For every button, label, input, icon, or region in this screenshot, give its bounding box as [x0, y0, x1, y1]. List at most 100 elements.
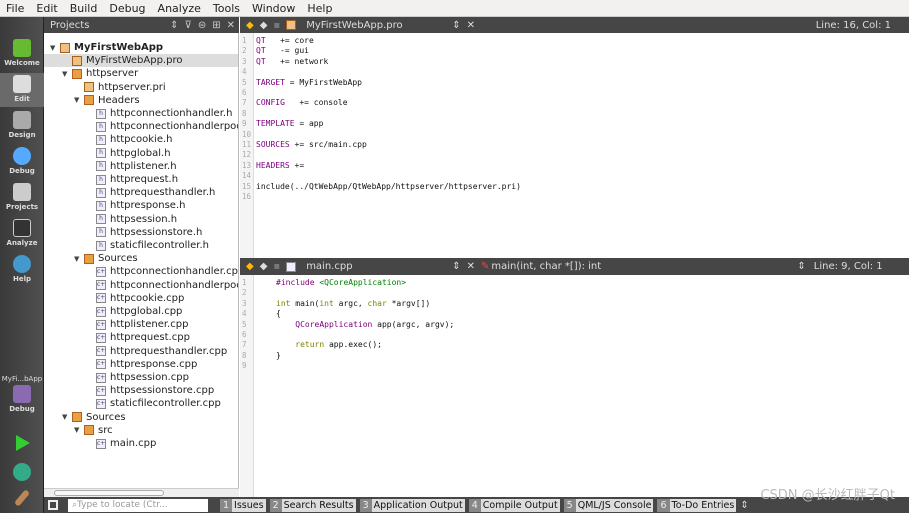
- symbol-selector[interactable]: main(int, char *[]): int: [491, 261, 791, 272]
- tree-item[interactable]: c+ main.cpp: [44, 437, 156, 450]
- mode-projects[interactable]: Projects: [0, 181, 44, 215]
- view-select-icon[interactable]: ⇕: [170, 20, 178, 31]
- tree-item[interactable]: h httpresponse.h: [44, 199, 185, 212]
- tree-item[interactable]: c+ httpsession.cpp: [44, 371, 189, 384]
- line-number: 8: [242, 350, 247, 360]
- sync-icon[interactable]: ⊜: [198, 20, 206, 31]
- editor1-toolbar: ◆ ◆ ▪ MyFirstWebApp.pro ⇕ ✕ Line: 16, Col: …: [240, 17, 909, 33]
- menu-build[interactable]: Build: [64, 2, 104, 15]
- build-button[interactable]: [0, 489, 44, 509]
- tree-item[interactable]: ▼ Headers: [44, 94, 140, 107]
- menu-tools[interactable]: Tools: [207, 2, 246, 15]
- tree-item[interactable]: c+ httprequesthandler.cpp: [44, 345, 227, 358]
- menu-analyze[interactable]: Analyze: [152, 2, 207, 15]
- expand-arrow-icon[interactable]: ▼: [62, 413, 72, 421]
- tree-item[interactable]: httpserver.pri: [44, 81, 166, 94]
- editor1-code[interactable]: 1 QT += core 2 QT -= gui 3 QT += network 4 5 TAR…: [240, 33, 909, 258]
- expand-arrow-icon[interactable]: ▼: [74, 255, 84, 263]
- menu-file[interactable]: File: [0, 2, 30, 15]
- mode-welcome[interactable]: Welcome: [0, 37, 44, 71]
- split-icon[interactable]: ⊞: [212, 20, 220, 31]
- close-editor-icon[interactable]: ✕: [467, 261, 475, 272]
- mode-design[interactable]: Design: [0, 109, 44, 143]
- tree-item[interactable]: h httpconnectionhandler.h: [44, 107, 232, 120]
- menu-window[interactable]: Window: [246, 2, 301, 15]
- mode-debug[interactable]: Debug: [0, 145, 44, 179]
- kit-project-label: MyFi...bApp: [1, 375, 43, 383]
- symbol-dropdown-icon[interactable]: ⇕: [797, 261, 805, 272]
- forward-icon[interactable]: ◆: [260, 261, 268, 272]
- forward-icon[interactable]: ◆: [260, 20, 268, 31]
- tree-item[interactable]: h httplistener.h: [44, 160, 177, 173]
- code-token: QT: [256, 56, 266, 66]
- mode-edit[interactable]: Edit: [0, 73, 44, 107]
- close-icon[interactable]: ✕: [227, 20, 235, 31]
- file-dropdown-icon[interactable]: ⇕: [452, 261, 460, 272]
- run-button[interactable]: [0, 435, 44, 453]
- project-file-icon: [72, 55, 82, 66]
- expand-arrow-icon[interactable]: ▼: [74, 426, 84, 434]
- output-tab-to-do-entries[interactable]: 6 To-Do Entries: [657, 498, 737, 512]
- horizontal-scrollbar[interactable]: [44, 488, 239, 497]
- back-icon[interactable]: ◆: [246, 261, 254, 272]
- tree-item[interactable]: h httpglobal.h: [44, 147, 171, 160]
- tree-item[interactable]: ▼ Sources: [44, 252, 138, 265]
- expand-arrow-icon[interactable]: ▼: [74, 96, 84, 104]
- mode-analyze[interactable]: Analyze: [0, 217, 44, 251]
- filter-icon[interactable]: ⊽: [185, 20, 192, 31]
- source-file-icon: c+: [96, 438, 106, 449]
- line-number: 5: [242, 77, 247, 87]
- tree-item[interactable]: c+ httplistener.cpp: [44, 318, 188, 331]
- kit-selector[interactable]: MyFi...bApp Debug: [0, 375, 44, 413]
- tree-item[interactable]: c+ httpcookie.cpp: [44, 292, 184, 305]
- tree-item[interactable]: ▼ MyFirstWebApp: [44, 41, 163, 54]
- tree-item[interactable]: ▼ httpserver: [44, 67, 138, 80]
- tree-item[interactable]: h httpsession.h: [44, 213, 177, 226]
- tree-item[interactable]: h httprequest.h: [44, 173, 178, 186]
- menu-help[interactable]: Help: [301, 2, 338, 15]
- pro-file-icon: [286, 20, 297, 30]
- tree-item[interactable]: c+ httpsessionstore.cpp: [44, 384, 214, 397]
- tree-item[interactable]: h httpcookie.h: [44, 133, 173, 146]
- tree-item[interactable]: h httprequesthandler.h: [44, 186, 215, 199]
- output-tab-issues[interactable]: 1 Issues: [220, 498, 266, 512]
- more-panes-icon[interactable]: ⇕: [740, 500, 748, 511]
- projects-title[interactable]: Projects: [50, 20, 89, 31]
- tree-item-label: httpconnectionhandlerpool.cpp: [110, 279, 238, 291]
- editor2-file[interactable]: main.cpp: [306, 261, 446, 272]
- output-tab-search-results[interactable]: 2 Search Results: [269, 498, 356, 512]
- tree-item[interactable]: ▼ src: [44, 424, 113, 437]
- tree-item-label: httpsessionstore.cpp: [110, 385, 215, 397]
- toggle-sidebar-icon[interactable]: [48, 500, 58, 510]
- tree-item[interactable]: ▼ Sources: [44, 411, 126, 424]
- line-number: 1: [242, 278, 247, 287]
- file-dropdown-icon[interactable]: ⇕: [452, 20, 460, 31]
- tree-item[interactable]: c+ httprequest.cpp: [44, 331, 190, 344]
- tree-item[interactable]: c+ staticfilecontroller.cpp: [44, 397, 221, 410]
- close-editor-icon[interactable]: ✕: [467, 20, 475, 31]
- back-icon[interactable]: ◆: [246, 20, 254, 31]
- output-tab-compile-output[interactable]: 4 Compile Output: [468, 498, 560, 512]
- line-number: 6: [242, 88, 247, 97]
- code-token: = MyFirstWebApp: [284, 77, 362, 87]
- editor1-file[interactable]: MyFirstWebApp.pro: [306, 20, 446, 31]
- mode-help[interactable]: Help: [0, 253, 44, 287]
- tree-item[interactable]: h httpconnectionhandlerpool.h: [44, 120, 238, 133]
- locator-input[interactable]: ⌕ Type to locate (Ctr...: [68, 498, 208, 512]
- output-tab-qml-js-console[interactable]: 5 QML/JS Console: [563, 498, 654, 512]
- code-token: main(: [290, 298, 320, 308]
- tree-item[interactable]: c+ httpconnectionhandler.cpp: [44, 265, 238, 278]
- editor2-code[interactable]: 1 #include <QCoreApplication> 2 3 int main(i…: [240, 275, 909, 497]
- expand-arrow-icon[interactable]: ▼: [50, 44, 60, 52]
- menu-edit[interactable]: Edit: [30, 2, 63, 15]
- tree-item[interactable]: h httpsessionstore.h: [44, 226, 202, 239]
- tree-item[interactable]: h staticfilecontroller.h: [44, 239, 209, 252]
- menu-debug[interactable]: Debug: [103, 2, 151, 15]
- output-tab-application-output[interactable]: 3 Application Output: [359, 498, 465, 512]
- tree-item[interactable]: c+ httpresponse.cpp: [44, 358, 197, 371]
- tree-item[interactable]: c+ httpconnectionhandlerpool.cpp: [44, 279, 238, 292]
- tree-item[interactable]: MyFirstWebApp.pro: [44, 54, 238, 68]
- expand-arrow-icon[interactable]: ▼: [62, 70, 72, 78]
- tree-item[interactable]: c+ httpglobal.cpp: [44, 305, 182, 318]
- debug-run-button[interactable]: [0, 463, 44, 483]
